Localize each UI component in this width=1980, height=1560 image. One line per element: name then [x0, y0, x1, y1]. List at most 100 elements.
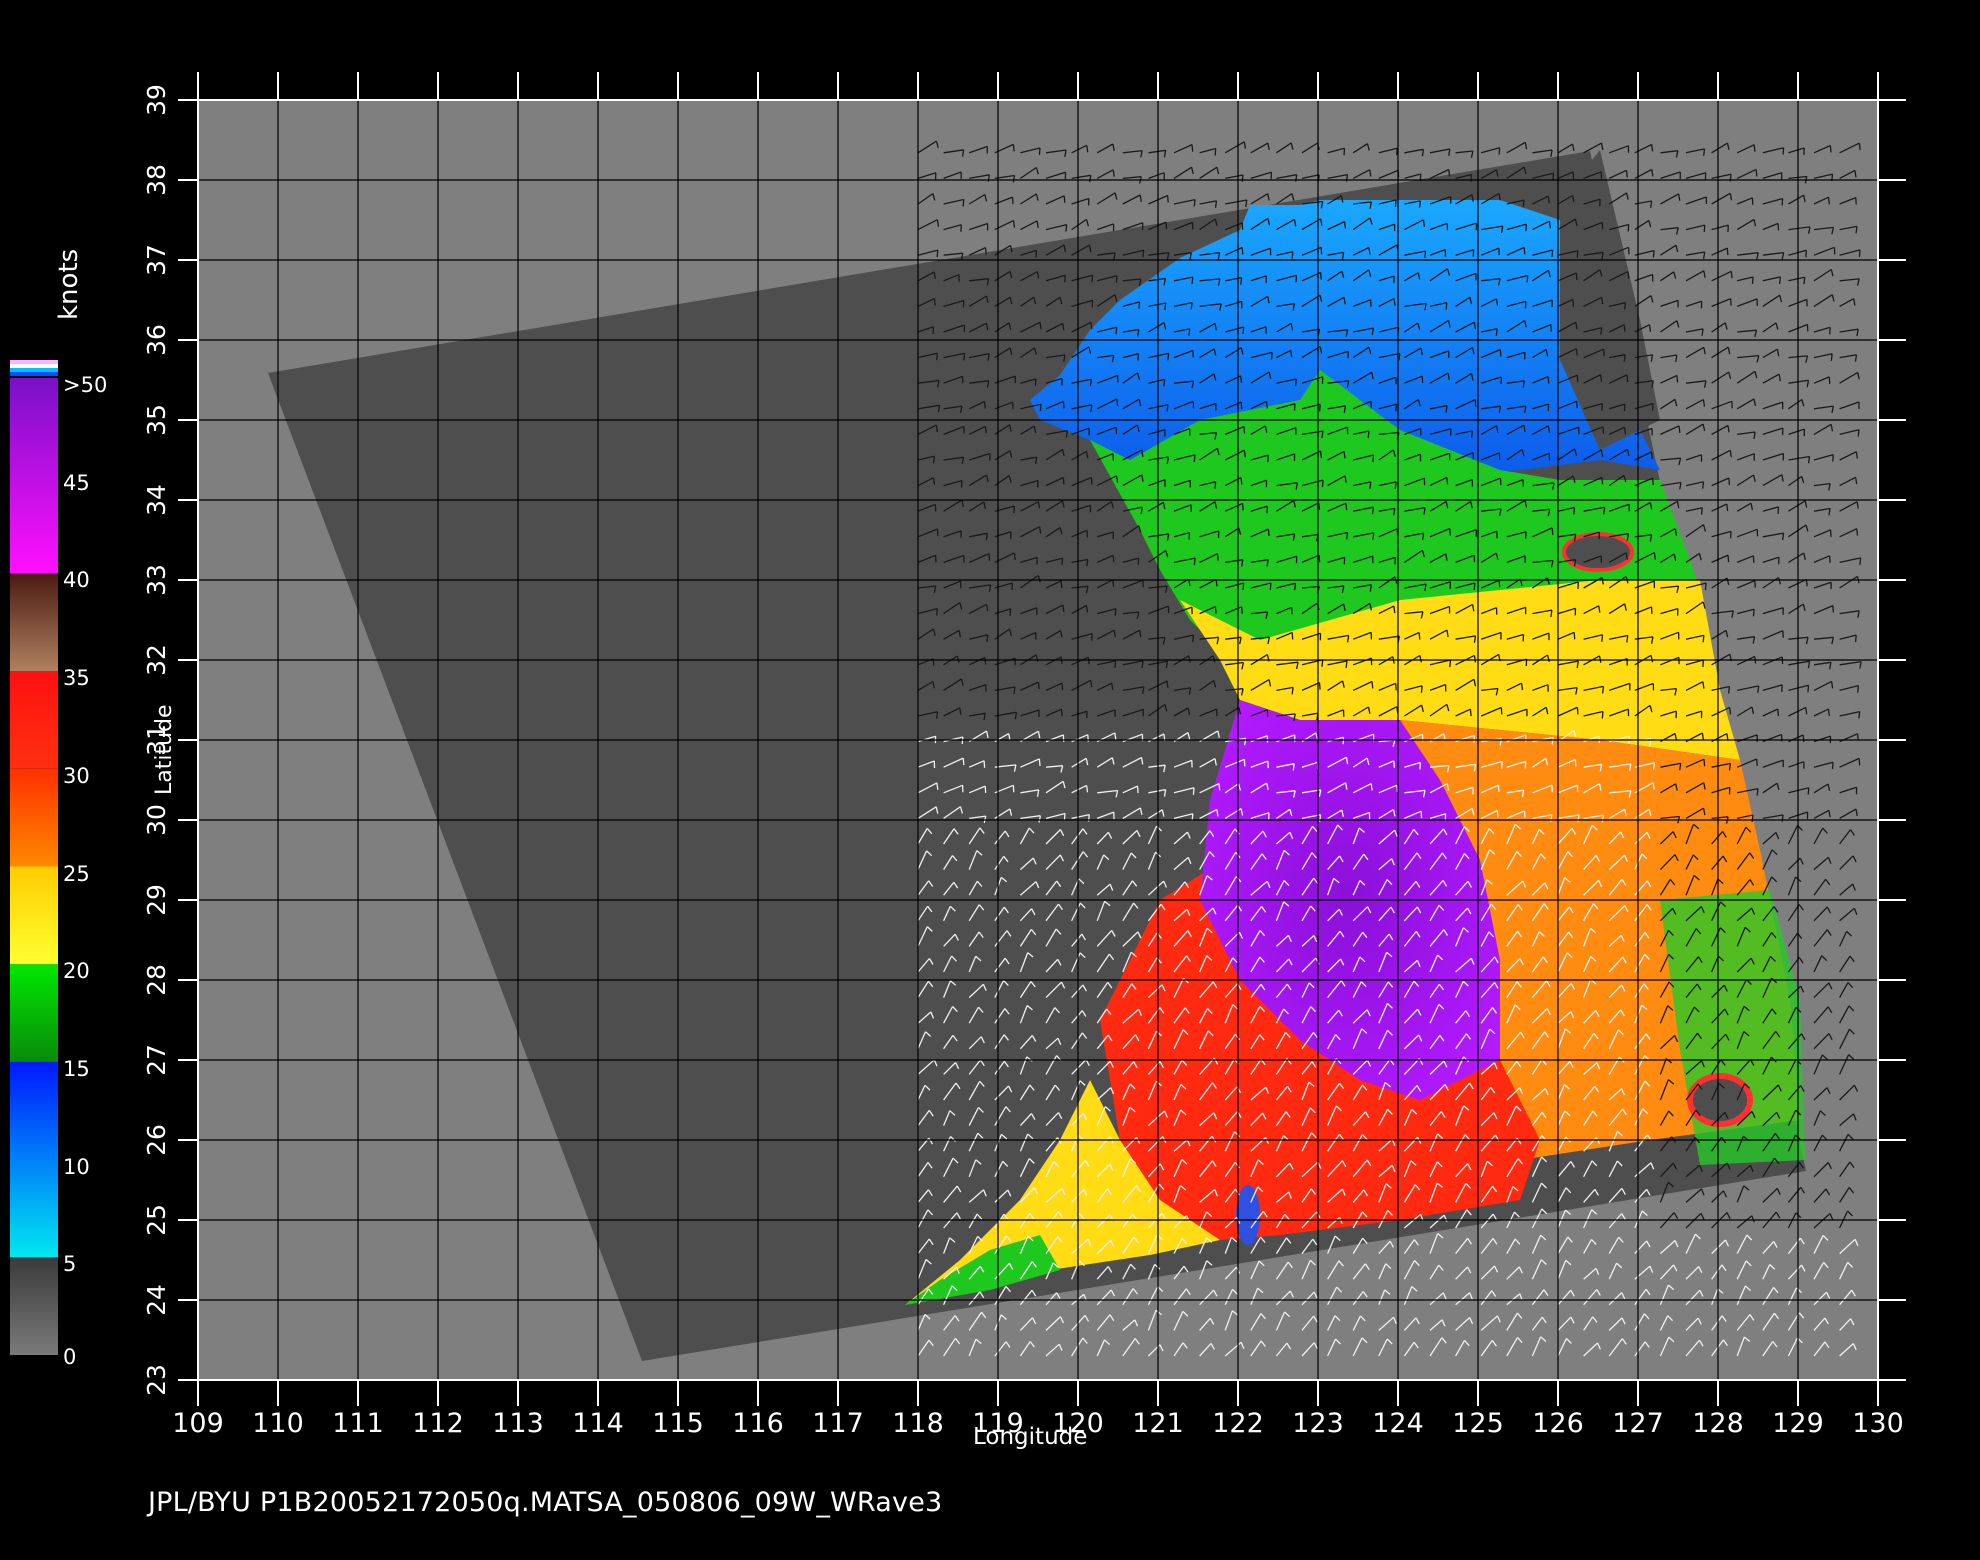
- wind-barb-flag: [1831, 762, 1834, 770]
- y-tick-label: 38: [142, 164, 171, 196]
- wind-barb-flag: [1729, 707, 1732, 715]
- x-tick-label: 119: [972, 1408, 1024, 1439]
- wind-barb-flag: [1294, 378, 1297, 386]
- y-tick-label: 23: [142, 1364, 171, 1396]
- wind-barb-flag: [1038, 758, 1041, 766]
- wind-barb-flag: [1115, 275, 1118, 283]
- wind-barb-flag: [1318, 404, 1321, 412]
- wind-barb-flag: [1625, 170, 1628, 178]
- wind-barb-flag: [1781, 198, 1784, 206]
- colorbar-tick-label: 15: [63, 1056, 90, 1081]
- wind-barb-flag: [1188, 532, 1191, 540]
- wind-barb-flag: [1495, 328, 1498, 336]
- x-tick-label: 115: [652, 1408, 704, 1439]
- wind-barb-flag: [1807, 787, 1810, 795]
- wind-barb-flag: [1807, 685, 1810, 693]
- y-tick-label: 30: [142, 804, 171, 836]
- wind-barb-flag: [1111, 683, 1114, 691]
- wind-barb-flag: [1805, 707, 1808, 715]
- colorbar-band: [10, 1061, 58, 1258]
- wind-barb-flag: [1269, 582, 1272, 590]
- wind-barb-flag: [935, 353, 939, 361]
- wind-barb-flag: [1650, 451, 1653, 460]
- wind-barb-flag: [1576, 707, 1579, 715]
- wind-barb-flag: [1086, 145, 1089, 153]
- wind-barb-flag: [1063, 195, 1066, 203]
- wind-barb-flag: [1830, 353, 1833, 361]
- wind-barb-flag: [1472, 452, 1475, 460]
- wind-barb-flag: [962, 758, 965, 766]
- wind-barb-flag: [1704, 583, 1707, 591]
- wind-barb-flag: [1420, 811, 1423, 819]
- wind-barb-flag: [1652, 762, 1656, 770]
- wind-barb-flag: [1547, 376, 1550, 384]
- wind-barb-flag: [1188, 328, 1191, 336]
- wind-barb-flag: [1013, 552, 1016, 560]
- wind-barb-flag: [1393, 760, 1396, 768]
- wind-barb-flag: [1218, 783, 1221, 791]
- wind-barb-flag: [1601, 711, 1604, 719]
- wind-barb-flag: [1037, 682, 1040, 690]
- colorbar-tick-label: 10: [63, 1154, 90, 1179]
- wind-barb-flag: [1859, 557, 1862, 565]
- wind-barb-flag: [1520, 683, 1524, 691]
- x-tick-label: 126: [1532, 1408, 1584, 1439]
- x-tick-label: 112: [412, 1408, 464, 1439]
- wind-barb-flag: [936, 608, 938, 616]
- colorbar-unit-label: knots: [54, 248, 84, 320]
- wind-barb-flag: [1086, 530, 1089, 538]
- wind-barb-flag: [1291, 632, 1294, 640]
- x-tick-label: 120: [1052, 1408, 1104, 1439]
- wind-barb-flag: [1827, 709, 1830, 717]
- wind-barb-flag: [1192, 787, 1195, 795]
- wind-barb-flag: [1445, 302, 1448, 310]
- colorbar-band: [10, 573, 58, 672]
- wind-barb-flag: [1318, 502, 1321, 510]
- wind-barb-flag: [1858, 249, 1861, 257]
- x-tick-label: 117: [812, 1408, 864, 1439]
- wind-barb-flag: [1166, 404, 1169, 412]
- wind-barb-flag: [1065, 224, 1068, 232]
- wind-barb-flag: [983, 760, 986, 768]
- wind-barb-flag: [1470, 430, 1474, 438]
- colorbar-cap: [10, 372, 58, 376]
- wind-barb-flag: [1013, 506, 1016, 514]
- wind-barb-flag: [1651, 144, 1654, 152]
- wind-barb-flag: [1703, 148, 1706, 156]
- colorbar-tick-label: 45: [63, 470, 90, 495]
- wind-barb-flag: [1497, 785, 1500, 793]
- wind-barb-flag: [1755, 169, 1758, 177]
- wind-barb-flag: [1191, 277, 1194, 285]
- wind-barb-flag: [984, 657, 987, 665]
- wind-barb-flag: [1857, 429, 1860, 437]
- wind-barb-flag: [1601, 297, 1604, 305]
- x-tick-label: 127: [1612, 1408, 1664, 1439]
- wind-barb-flag: [1321, 480, 1324, 488]
- wind-barb-flag: [1241, 503, 1244, 511]
- wind-barb-flag: [1012, 220, 1016, 228]
- wind-barb-flag: [1368, 247, 1371, 255]
- wind-barb-flag: [1318, 682, 1321, 690]
- wind-barb-flag: [1193, 558, 1196, 566]
- wind-barb-flag: [1572, 171, 1575, 179]
- colorbar-tick-label: 30: [63, 763, 90, 788]
- wind-barb-flag: [1090, 322, 1093, 330]
- wind-barb-flag: [1653, 552, 1656, 560]
- wind-barb-flag: [1394, 481, 1397, 489]
- wind-map-figure: [10, 72, 1906, 1406]
- wind-barb-flag: [1165, 222, 1168, 230]
- wind-barb-flag: [1240, 402, 1243, 410]
- wind-barb-flag: [1396, 785, 1399, 793]
- colorbar-band: [10, 1257, 58, 1355]
- wind-barb-flag: [1757, 685, 1760, 693]
- wind-barb-flag: [1601, 477, 1604, 485]
- wind-barb-flag: [1523, 247, 1526, 255]
- wind-barb-flag: [1343, 221, 1347, 229]
- y-tick-label: 34: [142, 484, 171, 516]
- wind-barb-flag: [1141, 660, 1144, 668]
- wind-barb-flag: [1573, 632, 1576, 640]
- wind-barb-flag: [1136, 786, 1139, 794]
- wind-barb-flag: [984, 786, 987, 794]
- colorbar-cap: [10, 368, 58, 372]
- colorbar-tick-label: >50: [63, 373, 108, 397]
